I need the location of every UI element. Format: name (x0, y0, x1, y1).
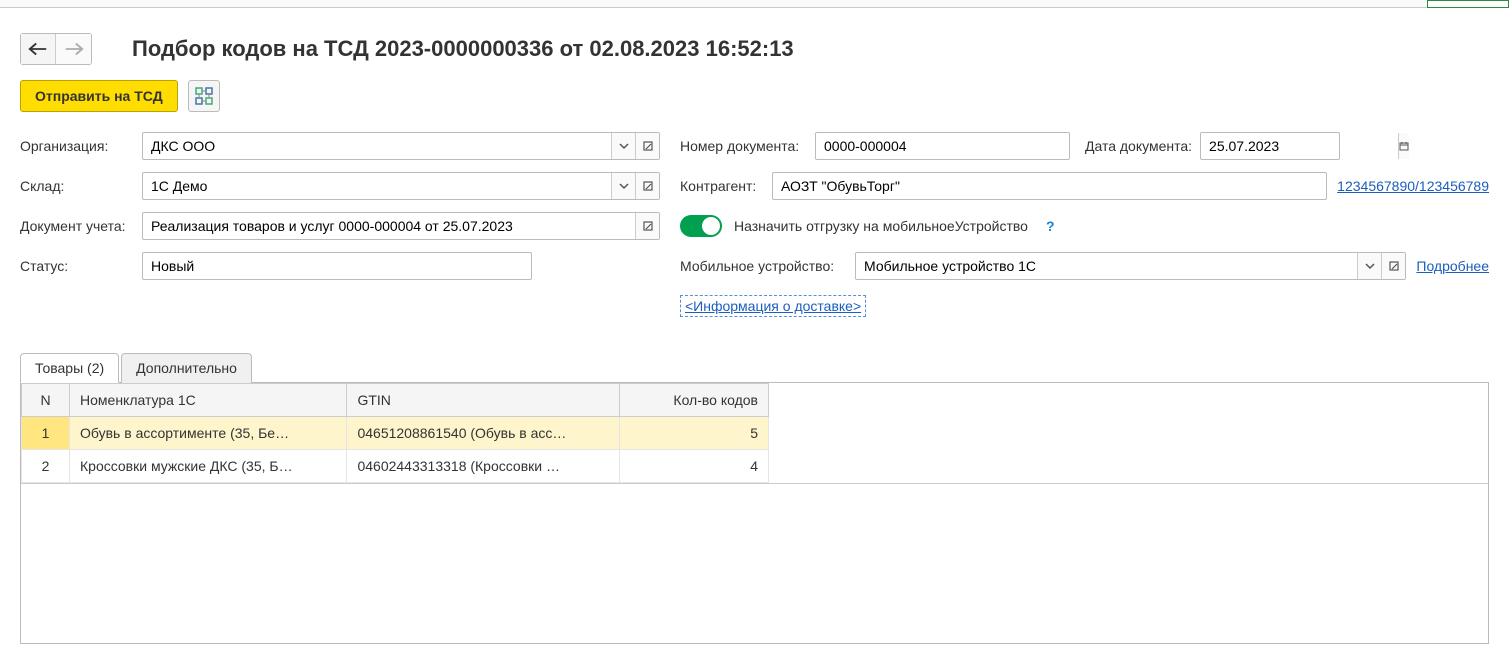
structure-icon (195, 87, 213, 105)
doc-num-label: Номер документа: (680, 138, 815, 154)
doc-date-calendar-button[interactable] (1398, 133, 1409, 159)
open-icon (643, 181, 653, 191)
cell-n: 2 (22, 450, 70, 483)
partner-inn-link[interactable]: 1234567890/123456789 (1337, 178, 1489, 194)
delivery-info-link[interactable]: <Информация о доставке> (680, 295, 866, 317)
form-right-column: Номер документа: Дата документа: Контраг… (680, 132, 1489, 332)
doc-input[interactable] (143, 213, 635, 239)
doc-date-label: Дата документа: (1085, 138, 1200, 154)
table-row[interactable]: 1 Обувь в ассортименте (35, Бе… 04651208… (22, 417, 769, 450)
org-input[interactable] (143, 133, 611, 159)
org-open-button[interactable] (635, 133, 659, 159)
status-label: Статус: (20, 258, 142, 274)
col-qty[interactable]: Кол-во кодов (619, 384, 768, 417)
nav-buttons (20, 33, 92, 65)
form-area: Организация: Склад: Документ учета: (20, 132, 1489, 332)
org-field[interactable] (142, 132, 660, 160)
warehouse-field[interactable] (142, 172, 660, 200)
warehouse-input[interactable] (143, 173, 611, 199)
cell-gtin: 04602443313318 (Кроссовки … (347, 450, 619, 483)
mobile-label: Мобильное устройство: (680, 258, 855, 274)
tab-additional[interactable]: Дополнительно (121, 353, 252, 383)
toolbar: Отправить на ТСД (20, 80, 1489, 112)
assign-toggle-label: Назначить отгрузку на мобильноеУстройств… (734, 218, 1028, 234)
open-icon (643, 141, 653, 151)
arrow-left-icon (27, 41, 49, 57)
partner-input[interactable] (772, 172, 1327, 200)
col-n[interactable]: N (22, 384, 70, 417)
table-header-row: N Номенклатура 1С GTIN Кол-во кодов (22, 384, 769, 417)
doc-field[interactable] (142, 212, 660, 240)
mobile-open-button[interactable] (1381, 253, 1405, 279)
chevron-down-icon (1365, 261, 1375, 271)
mobile-field[interactable] (855, 252, 1406, 280)
form-left-column: Организация: Склад: Документ учета: (20, 132, 660, 332)
doc-open-button[interactable] (635, 213, 659, 239)
chevron-down-icon (619, 181, 629, 191)
open-icon (643, 221, 653, 231)
header-row: Подбор кодов на ТСД 2023-0000000336 от 0… (20, 33, 1489, 65)
help-icon[interactable]: ? (1046, 218, 1055, 234)
more-link[interactable]: Подробнее (1416, 258, 1489, 274)
cell-item: Обувь в ассортименте (35, Бе… (70, 417, 347, 450)
structure-button[interactable] (188, 80, 220, 112)
page-container: Подбор кодов на ТСД 2023-0000000336 от 0… (0, 8, 1509, 664)
open-icon (1389, 261, 1399, 271)
doc-date-field[interactable] (1200, 132, 1340, 160)
warehouse-label: Склад: (20, 178, 142, 194)
cell-n: 1 (22, 417, 70, 450)
top-border (0, 0, 1509, 8)
send-to-tsd-button[interactable]: Отправить на ТСД (20, 80, 178, 112)
table-row[interactable]: 2 Кроссовки мужские ДКС (35, Б… 04602443… (22, 450, 769, 483)
goods-table-container: N Номенклатура 1С GTIN Кол-во кодов 1 Об… (20, 382, 1489, 644)
warehouse-dropdown-button[interactable] (611, 173, 635, 199)
cell-item: Кроссовки мужские ДКС (35, Б… (70, 450, 347, 483)
mobile-input[interactable] (856, 253, 1357, 279)
chevron-down-icon (619, 141, 629, 151)
col-item[interactable]: Номенклатура 1С (70, 384, 347, 417)
page-title: Подбор кодов на ТСД 2023-0000000336 от 0… (132, 36, 794, 62)
calendar-icon (1399, 141, 1409, 151)
goods-table: N Номенклатура 1С GTIN Кол-во кодов 1 Об… (21, 383, 769, 483)
assign-toggle[interactable] (680, 215, 722, 237)
forward-button[interactable] (56, 34, 91, 64)
arrow-right-icon (63, 41, 85, 57)
table-empty-area (21, 483, 1488, 643)
org-label: Организация: (20, 138, 142, 154)
status-input[interactable] (142, 252, 532, 280)
tab-goods[interactable]: Товары (2) (20, 353, 119, 383)
tabs: Товары (2) Дополнительно (20, 352, 1489, 383)
cell-gtin: 04651208861540 (Обувь в асс… (347, 417, 619, 450)
partner-label: Контрагент: (680, 178, 772, 194)
doc-label: Документ учета: (20, 218, 142, 234)
col-gtin[interactable]: GTIN (347, 384, 619, 417)
doc-date-input[interactable] (1201, 133, 1398, 159)
org-dropdown-button[interactable] (611, 133, 635, 159)
warehouse-open-button[interactable] (635, 173, 659, 199)
mobile-dropdown-button[interactable] (1357, 253, 1381, 279)
back-button[interactable] (21, 34, 56, 64)
doc-num-input[interactable] (815, 132, 1070, 160)
cell-qty: 4 (619, 450, 768, 483)
cell-qty: 5 (619, 417, 768, 450)
